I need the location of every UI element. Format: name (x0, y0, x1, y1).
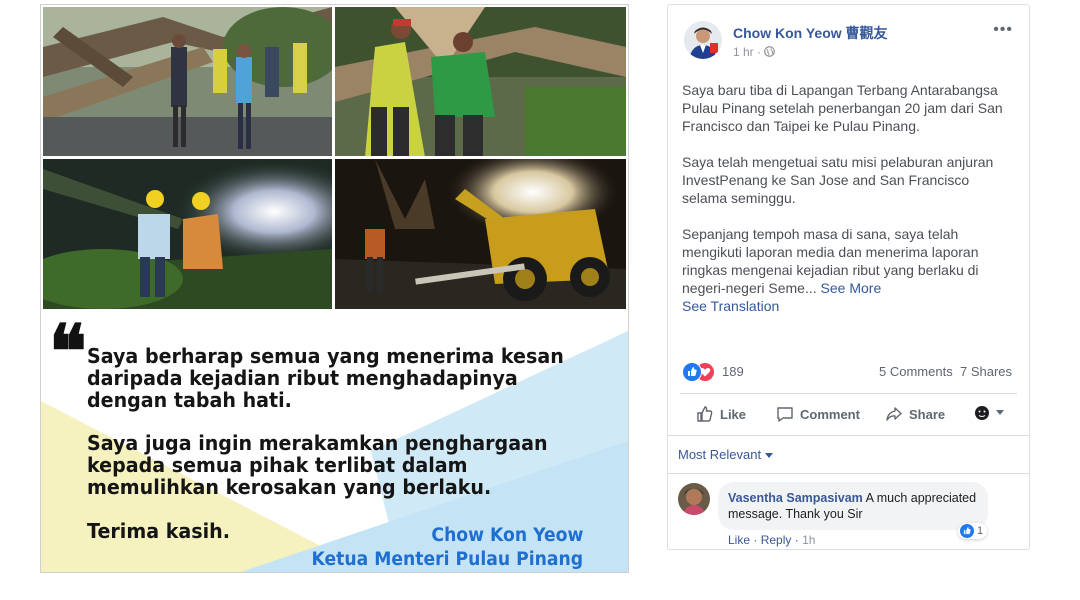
divider (668, 435, 1029, 436)
post-image[interactable]: ❝ Saya berharap semua yang menerima kesa… (40, 4, 629, 573)
shares-count-link[interactable]: 7 Shares (960, 364, 1012, 379)
signature-title: Ketua Menteri Pulau Pinang (311, 549, 583, 570)
author-name[interactable]: Chow Kon Yeow 曹觀友 (733, 23, 888, 43)
comment-reaction-count: 1 (977, 525, 984, 537)
photo-workers-cutting-tree (335, 7, 626, 156)
comment-sort-dropdown[interactable]: Most Relevant (678, 447, 773, 462)
like-reaction-icon (682, 362, 702, 382)
comment-author[interactable]: Vasentha Sampasivam (728, 491, 863, 505)
divider (668, 473, 1029, 474)
photo-night-workers (43, 159, 332, 309)
quote-mark-icon: ❝ (49, 311, 87, 396)
quote-panel: ❝ Saya berharap semua yang menerima kesa… (41, 311, 628, 572)
photo-fallen-tree-workers (43, 7, 332, 156)
share-icon (885, 405, 903, 423)
comments-count-link[interactable]: 5 Comments (879, 364, 953, 379)
divider (680, 393, 1017, 394)
comment-label: Comment (800, 406, 860, 422)
emoji-face-icon (974, 405, 990, 421)
like-button[interactable]: Like (696, 405, 746, 423)
post-meta: 1 hr · (733, 45, 776, 59)
commenter-avatar[interactable] (678, 483, 710, 515)
post-time[interactable]: 1 hr (733, 45, 754, 59)
quote-paragraph-2: Saya juga ingin merakamkan penghargaan k… (87, 431, 548, 499)
reaction-count: 189 (722, 364, 744, 379)
post-paragraph-3: Sepanjang tempoh masa di sana, saya tela… (682, 226, 979, 296)
see-more-link[interactable]: See More (821, 280, 882, 296)
post-paragraph-1: Saya baru tiba di Lapangan Terbang Antar… (682, 82, 1003, 134)
thumbs-up-icon (696, 405, 714, 423)
action-separator: · (794, 533, 799, 547)
photo-night-excavator (335, 159, 626, 309)
chevron-down-icon (764, 453, 773, 458)
chevron-down-icon (996, 410, 1004, 416)
post-text: Saya baru tiba di Lapangan Terbang Antar… (682, 81, 1014, 315)
comment-button[interactable]: Comment (776, 405, 860, 423)
comment-actions: Like · Reply · 1h (728, 533, 815, 547)
like-label: Like (720, 406, 747, 422)
comment-reply-link[interactable]: Reply (761, 533, 792, 547)
quote-paragraph-1: Saya berharap semua yang menerima kesan … (87, 344, 564, 412)
facebook-post: Chow Kon Yeow 曹觀友 1 hr · ••• Saya baru t… (667, 4, 1030, 550)
comment-time[interactable]: 1h (802, 533, 815, 547)
signature-name: Chow Kon Yeow (431, 525, 583, 546)
reaction-picker-button[interactable] (974, 405, 1004, 421)
comment-icon (776, 405, 794, 423)
globe-icon[interactable] (764, 45, 776, 59)
see-translation-link[interactable]: See Translation (682, 297, 1014, 315)
author-avatar[interactable] (684, 21, 722, 59)
comment-bubble: Vasentha Sampasivam A much appreciated m… (718, 482, 988, 530)
share-label: Share (909, 406, 946, 422)
quote-thanks: Terima kasih. (87, 519, 230, 543)
comment-like-link[interactable]: Like (728, 533, 750, 547)
action-separator: · (753, 533, 758, 547)
post-paragraph-2: Saya telah mengetuai satu misi pelaburan… (682, 154, 994, 206)
like-reaction-icon (960, 524, 974, 538)
share-button[interactable]: Share (885, 405, 945, 423)
more-options-button[interactable]: ••• (993, 21, 1013, 39)
sort-label: Most Relevant (678, 447, 762, 462)
comment-reaction-badge[interactable]: 1 (958, 523, 988, 539)
